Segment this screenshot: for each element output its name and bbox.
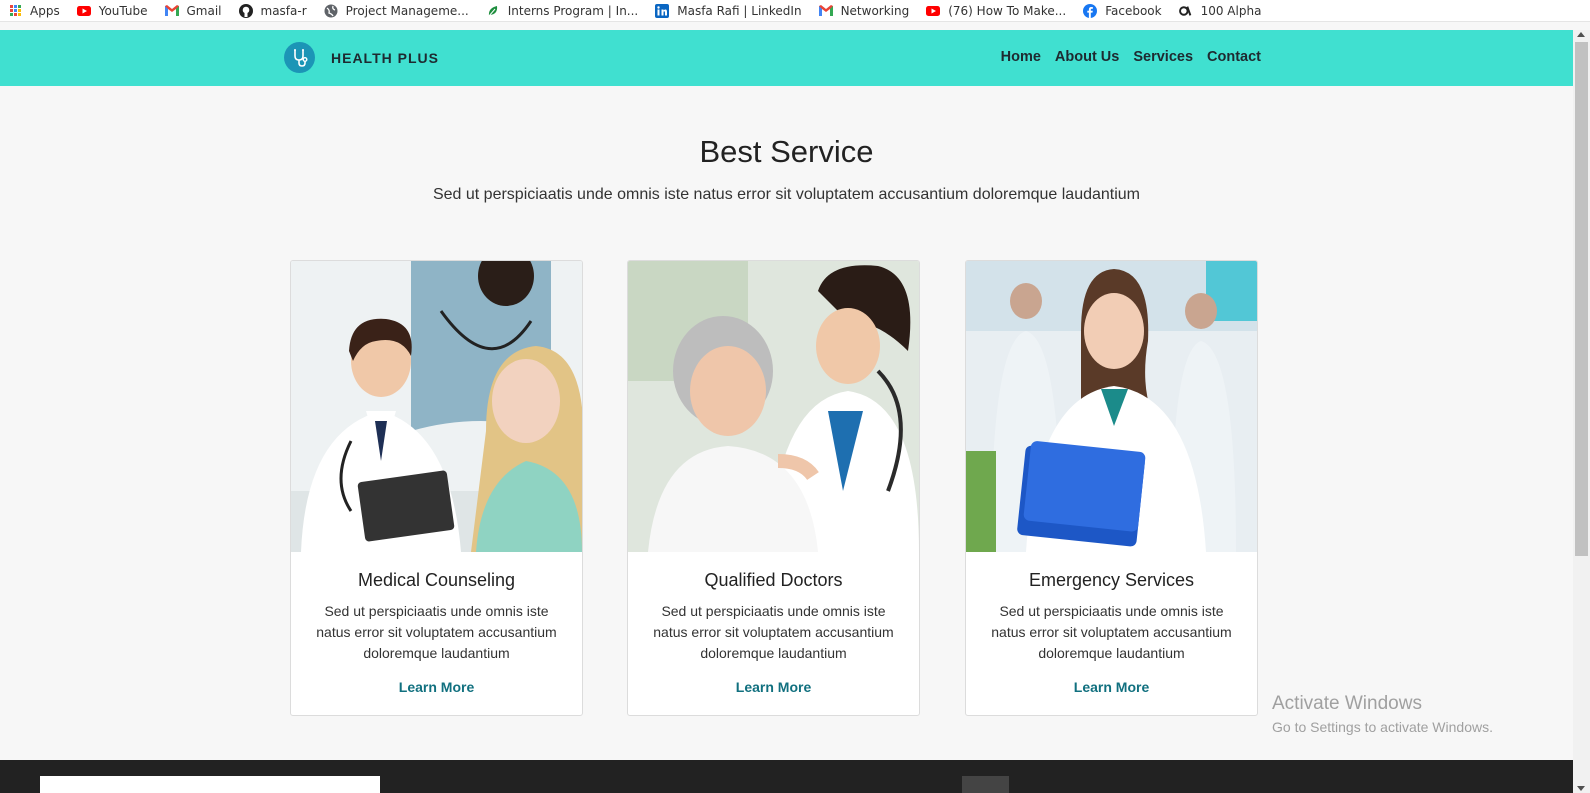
scroll-up-arrow-icon[interactable] (1577, 32, 1585, 37)
bookmark-youtube[interactable]: YouTube (76, 3, 148, 18)
bookmark-github[interactable]: masfa-r (238, 3, 307, 18)
card-title: Qualified Doctors (704, 570, 843, 590)
nav-link-home[interactable]: Home (1001, 49, 1041, 65)
card-description: Sed ut perspiciaatis unde omnis iste nat… (316, 603, 557, 661)
learn-more-link[interactable]: Learn More (966, 679, 1257, 695)
bookmark-interns-program[interactable]: Interns Program | In... (486, 3, 639, 18)
bookmark-how-to-make[interactable]: (76) How To Make... (926, 4, 1066, 18)
youtube-icon (926, 4, 941, 18)
bookmark-label: Project Manageme... (345, 3, 469, 18)
nav-link-about-us[interactable]: About Us (1055, 49, 1119, 65)
bookmark-label: (76) How To Make... (948, 3, 1067, 18)
watermark-title: Activate Windows (1272, 693, 1422, 714)
footer-button[interactable] (962, 776, 1009, 793)
nav-link-services[interactable]: Services (1133, 49, 1193, 65)
bookmark-networking[interactable]: Networking (818, 3, 910, 18)
scroll-down-arrow-icon[interactable] (1577, 786, 1585, 791)
card-description: Sed ut perspiciaatis unde omnis iste nat… (991, 603, 1232, 661)
bookmark-label: Facebook (1105, 3, 1162, 18)
linkedin-icon (655, 3, 670, 18)
leaf-icon (486, 4, 500, 18)
bookmark-label: masfa-r (260, 3, 307, 18)
bookmark-facebook[interactable]: Facebook (1083, 3, 1162, 18)
bookmark-gmail[interactable]: Gmail (164, 3, 222, 18)
github-icon (238, 3, 253, 18)
globe-icon (324, 4, 338, 18)
card-title: Emergency Services (1028, 570, 1195, 590)
card-description: Sed ut perspiciaatis unde omnis iste nat… (653, 603, 894, 661)
brand-name: HEALTH PLUS (331, 49, 439, 66)
bookmark-label: 100 Alpha (1200, 3, 1262, 18)
learn-more-link[interactable]: Learn More (291, 679, 582, 695)
nav-links: Home About Us Services Contact (1001, 49, 1261, 65)
bookmark-label: Interns Program | In... (507, 3, 639, 18)
site-footer (0, 760, 1573, 793)
card-image-doctor-with-folders (966, 261, 1257, 552)
watermark-subtitle: Go to Settings to activate Windows. (1272, 719, 1493, 735)
bookmark-project-management[interactable]: Project Manageme... (324, 4, 469, 18)
service-card-qualified-doctors: Qualified Doctors Sed ut perspiciaatis u… (627, 260, 920, 716)
section-subtitle: Sed ut perspiciaatis unde omnis iste nat… (432, 186, 1141, 203)
bookmark-label: Apps (30, 3, 60, 18)
site-navbar: HEALTH PLUS Home About Us Services Conta… (0, 30, 1573, 86)
card-title: Medical Counseling (357, 570, 516, 590)
windows-activation-watermark: Activate Windows Go to Settings to activ… (1272, 693, 1493, 735)
bookmark-label: Masfa Rafi | LinkedIn (677, 3, 802, 18)
bookmark-apps[interactable]: Apps (8, 4, 60, 18)
bookmark-label: Gmail (186, 3, 222, 18)
card-image-doctor-with-patient (291, 261, 582, 552)
alpha-icon (1178, 4, 1193, 18)
bookmarks-bar: Apps YouTube Gmail masfa-r Project Manag… (0, 0, 1590, 22)
facebook-icon (1083, 3, 1098, 18)
section-title: Best Service (699, 134, 874, 169)
youtube-icon (76, 4, 91, 18)
nav-link-contact[interactable]: Contact (1207, 49, 1261, 65)
gmail-icon (164, 4, 179, 18)
bookmark-linkedin[interactable]: Masfa Rafi | LinkedIn (655, 3, 802, 18)
card-image-doctor-with-senior-patient (628, 261, 919, 552)
bookmark-label: Networking (840, 3, 910, 18)
bookmark-label: YouTube (98, 3, 148, 18)
stethoscope-icon (284, 42, 315, 73)
brand-logo[interactable]: HEALTH PLUS (284, 42, 439, 73)
gmail-icon (818, 4, 833, 18)
service-card-emergency-services: Emergency Services Sed ut perspiciaatis … (965, 260, 1258, 716)
scrollbar-thumb[interactable] (1575, 42, 1588, 556)
service-card-medical-counseling: Medical Counseling Sed ut perspiciaatis … (290, 260, 583, 716)
page-scrollbar[interactable] (1573, 30, 1590, 793)
bookmark-100-alpha[interactable]: 100 Alpha (1178, 3, 1262, 18)
learn-more-link[interactable]: Learn More (628, 679, 919, 695)
apps-grid-icon (8, 4, 22, 18)
newsletter-input[interactable] (40, 776, 380, 793)
